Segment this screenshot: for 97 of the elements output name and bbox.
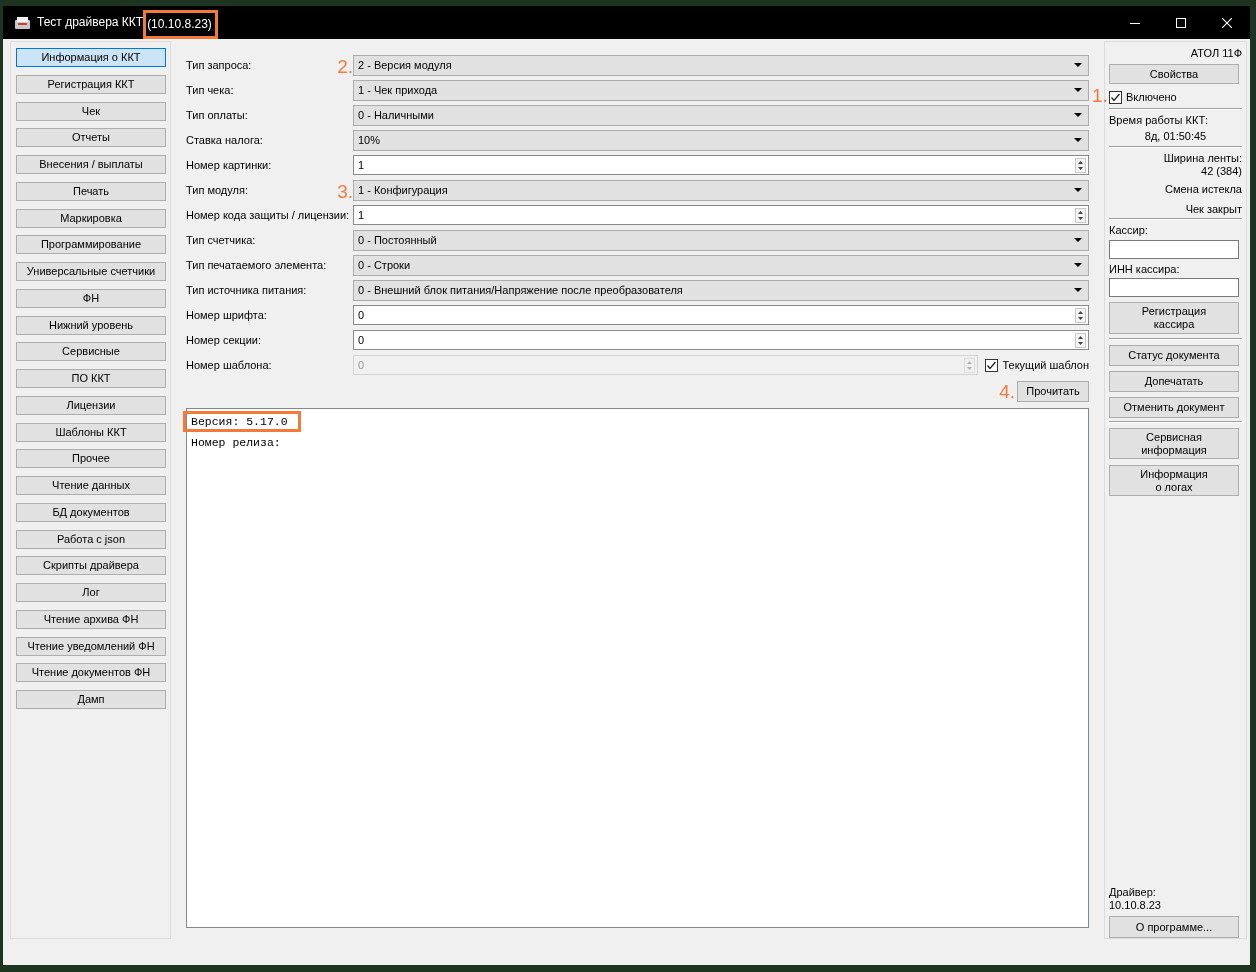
- sidebar-button[interactable]: Шаблоны ККТ: [16, 422, 166, 442]
- field-label: Номер шаблона:: [186, 358, 272, 372]
- field-label: Тип печатаемого элемента:: [186, 258, 327, 272]
- document-button[interactable]: Отменить документ: [1109, 397, 1239, 418]
- field-label: Номер секции:: [186, 333, 261, 347]
- device-model: АТОЛ 11Ф: [1189, 46, 1242, 60]
- read-button[interactable]: Прочитать: [1017, 381, 1089, 402]
- sidebar-button[interactable]: Информация о ККТ: [16, 48, 166, 67]
- output-line: Номер релиза:: [190, 435, 282, 451]
- field-label: Тип чека:: [186, 83, 234, 97]
- close-icon[interactable]: [1222, 17, 1232, 28]
- caret-icon[interactable]: [1074, 188, 1082, 192]
- field-label: Номер кода защиты / лицензии:: [186, 208, 350, 222]
- dropdown-field[interactable]: 0 - Внешний блок питания/Напряжение после преобразователя: [353, 279, 1089, 301]
- spin-arrows-icon[interactable]: [1075, 157, 1086, 173]
- driver-label: Драйвер:: [1109, 885, 1157, 899]
- dropdown-field[interactable]: 0 - Постоянный: [353, 229, 1089, 251]
- document-button[interactable]: Допечатать: [1109, 371, 1239, 392]
- receipt-status: Чек закрыт: [1184, 202, 1242, 216]
- sidebar-button[interactable]: ПО ККТ: [16, 369, 166, 388]
- sidebar-button[interactable]: Сервисные: [16, 342, 166, 362]
- dropdown-field[interactable]: 1 - Чек прихода: [353, 79, 1089, 101]
- input-field[interactable]: [1109, 278, 1239, 297]
- sidebar-button[interactable]: Маркировка: [16, 208, 166, 228]
- field-label: Кассир:: [1109, 223, 1149, 237]
- info-button[interactable]: Сервисная информация: [1109, 428, 1239, 459]
- dropdown-field[interactable]: 10%: [353, 129, 1089, 151]
- sidebar-button[interactable]: Программирование: [16, 235, 166, 255]
- checkbox-label: Текущий шаблон: [1002, 358, 1089, 372]
- sidebar-button[interactable]: Чтение данных: [16, 476, 166, 495]
- caret-icon[interactable]: [1074, 63, 1082, 67]
- sidebar-button[interactable]: Прочее: [16, 449, 166, 469]
- sidebar-button[interactable]: Чек: [16, 101, 166, 121]
- sidebar-button[interactable]: БД документов: [16, 502, 166, 522]
- sidebar-button[interactable]: Скрипты драйвера: [16, 556, 166, 576]
- spin-arrows-icon[interactable]: [1075, 332, 1086, 348]
- caret-icon[interactable]: [1074, 238, 1082, 242]
- driver-version: 10.10.8.23: [1109, 898, 1162, 912]
- sidebar-button[interactable]: Печать: [16, 181, 166, 201]
- window-address: (10.10.8.23): [143, 10, 218, 39]
- annotation-number: 1.: [1092, 86, 1108, 106]
- field-label: Номер картинки:: [186, 158, 272, 172]
- dropdown-field[interactable]: 2 - Версия модуля: [353, 54, 1089, 76]
- field-label: Тип запроса:: [186, 58, 252, 72]
- number-field[interactable]: 1: [353, 155, 1089, 175]
- input-field[interactable]: [1109, 240, 1239, 259]
- sidebar-button[interactable]: Регистрация ККТ: [16, 74, 166, 94]
- dropdown-field[interactable]: 1 - Конфигурация: [353, 179, 1089, 201]
- annotation-number: 2.: [337, 56, 353, 77]
- checkbox-label: Включено: [1126, 90, 1177, 104]
- sidebar-button[interactable]: Отчеты: [16, 128, 166, 148]
- sidebar-button[interactable]: Нижний уровень: [16, 315, 166, 335]
- tape-width-label: Ширина ленты:: [1162, 151, 1242, 165]
- field-label: Тип счетчика:: [186, 233, 256, 247]
- annotation-number: 4.: [999, 381, 1015, 402]
- spin-arrows-icon[interactable]: [1075, 207, 1086, 223]
- spin-arrows-icon[interactable]: [1075, 307, 1086, 323]
- about-button[interactable]: О программе...: [1109, 916, 1239, 938]
- caret-icon[interactable]: [1074, 113, 1082, 117]
- sidebar-button[interactable]: ФН: [16, 288, 166, 308]
- tape-width-value: 42 (384): [1200, 164, 1242, 178]
- field-label: Номер шрифта:: [186, 308, 267, 322]
- sidebar-button[interactable]: Чтение документов ФН: [16, 663, 166, 683]
- uptime-label: Время работы ККТ:: [1109, 113, 1210, 127]
- field-label: ИНН кассира:: [1109, 262, 1181, 276]
- sidebar-button[interactable]: Универсальные счетчики: [16, 262, 166, 281]
- uptime-value: 8д, 01:50:45: [1143, 129, 1208, 143]
- properties-button[interactable]: Свойства: [1109, 64, 1239, 84]
- number-field[interactable]: 0: [353, 330, 1089, 350]
- shift-status: Смена истекла: [1163, 182, 1242, 196]
- document-button[interactable]: Статус документа: [1109, 345, 1239, 366]
- field-label: Тип оплаты:: [186, 108, 248, 122]
- field-label: Тип источника питания:: [186, 283, 307, 297]
- info-button[interactable]: Информация о логах: [1109, 465, 1239, 496]
- sidebar-button[interactable]: Чтение уведомлений ФН: [16, 636, 166, 656]
- sidebar-button[interactable]: Лицензии: [16, 395, 166, 415]
- checkbox[interactable]: [1109, 90, 1122, 104]
- field-label: Тип модуля:: [186, 183, 248, 197]
- dropdown-field[interactable]: 0 - Наличными: [353, 104, 1089, 126]
- number-field[interactable]: 1: [353, 205, 1089, 225]
- caret-icon[interactable]: [1074, 88, 1082, 92]
- caret-icon[interactable]: [1074, 263, 1082, 267]
- register-cashier-button[interactable]: Регистрация кассира: [1109, 302, 1239, 334]
- caret-icon[interactable]: [1074, 138, 1082, 142]
- field-label: Ставка налога:: [186, 133, 263, 147]
- number-field[interactable]: 0: [353, 305, 1089, 325]
- dropdown-field[interactable]: 0 - Строки: [353, 254, 1089, 276]
- annotation-number: 3.: [337, 181, 353, 202]
- sidebar-button[interactable]: Чтение архива ФН: [16, 609, 166, 629]
- maximize-icon[interactable]: [1176, 17, 1186, 28]
- sidebar-button[interactable]: Дамп: [16, 690, 166, 709]
- sidebar-button[interactable]: Лог: [16, 583, 166, 602]
- printer-icon: [14, 15, 31, 30]
- caret-icon[interactable]: [1074, 288, 1082, 292]
- sidebar-button[interactable]: Внесения / выплаты: [16, 155, 166, 174]
- window-title: Тест драйвера ККТ: [37, 16, 144, 29]
- sidebar-button[interactable]: Работа с json: [16, 529, 166, 549]
